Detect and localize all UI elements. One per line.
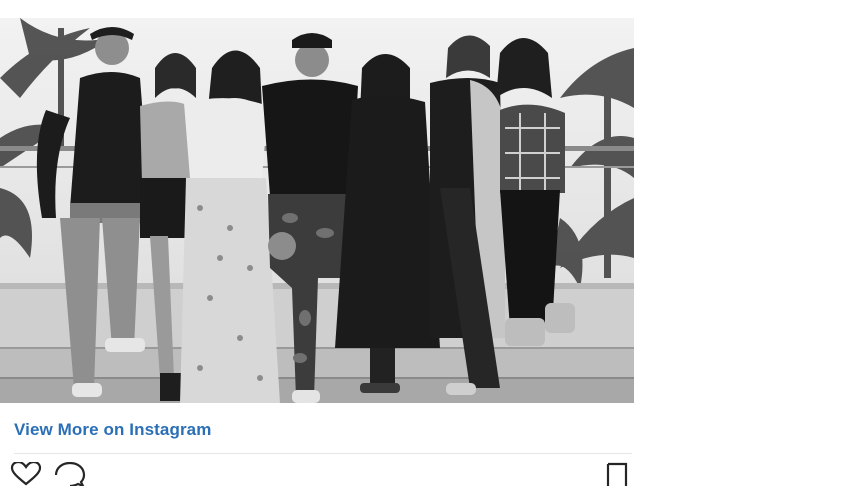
group-photo-image (0, 18, 634, 403)
heart-icon[interactable] (10, 460, 42, 486)
instagram-embed: View More on Instagram (0, 0, 636, 489)
page-background (635, 0, 860, 484)
bookmark-icon[interactable] (604, 462, 636, 486)
view-more-on-instagram-link[interactable]: View More on Instagram (14, 420, 211, 440)
post-photo[interactable] (0, 18, 634, 403)
divider (14, 453, 632, 454)
comment-icon[interactable] (54, 461, 86, 489)
